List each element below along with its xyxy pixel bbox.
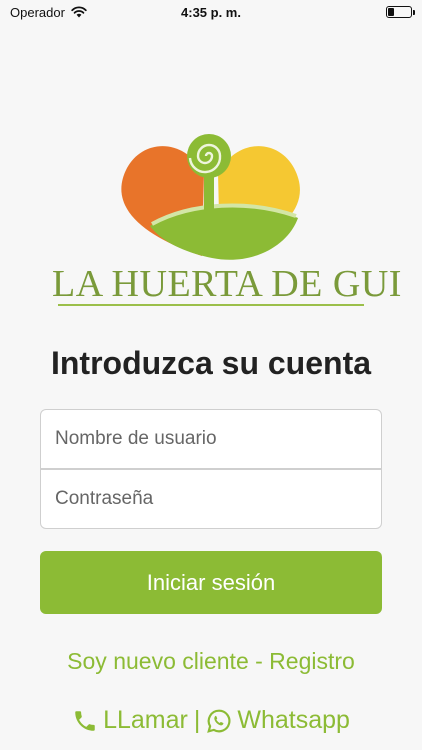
- login-screen: Operador 4:35 p. m. LA HUERTA DE GUI Int…: [0, 0, 422, 750]
- register-link[interactable]: Soy nuevo cliente - Registro: [0, 648, 422, 675]
- brand-underline: [58, 304, 364, 306]
- brand-name: LA HUERTA DE GUI: [52, 263, 402, 305]
- phone-icon: [75, 710, 95, 731]
- wifi-icon: [71, 6, 87, 18]
- contact-separator: |: [193, 706, 201, 734]
- whatsapp-link[interactable]: Whatsapp: [206, 706, 350, 735]
- battery-icon: [386, 6, 415, 18]
- call-label: LLamar: [103, 706, 188, 734]
- call-link[interactable]: LLamar: [72, 706, 188, 735]
- contact-row: LLamar | Whatsapp: [0, 706, 422, 735]
- status-bar: Operador 4:35 p. m.: [0, 0, 422, 24]
- battery-level: [388, 8, 394, 16]
- whatsapp-icon: [207, 709, 231, 733]
- page-title: Introduzca su cuenta: [50, 345, 372, 381]
- login-button[interactable]: Iniciar sesión: [40, 551, 382, 614]
- username-input[interactable]: [40, 409, 382, 469]
- password-input[interactable]: [40, 469, 382, 529]
- whatsapp-label: Whatsapp: [237, 706, 350, 734]
- carrier-label: Operador: [10, 4, 65, 20]
